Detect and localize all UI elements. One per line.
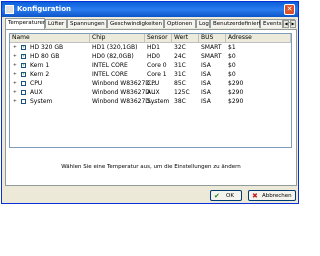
table-row[interactable]: + ✓ HD 80 GB HD0 (82,0GB) HD0 24C SMART … bbox=[10, 52, 291, 61]
expand-icon[interactable]: + bbox=[13, 81, 17, 86]
ok-label: OK bbox=[226, 193, 234, 199]
expand-icon[interactable]: + bbox=[13, 63, 17, 68]
cancel-label: Abbrechen bbox=[262, 193, 292, 199]
title-bar[interactable]: Konfiguration ✕ bbox=[2, 2, 298, 17]
cell-chip: INTEL CORE bbox=[92, 62, 128, 69]
row-checkbox[interactable] bbox=[21, 99, 26, 104]
tab-benutzerdefiniert[interactable]: Benutzerdefiniert bbox=[210, 19, 261, 28]
cell-adresse: $0 bbox=[228, 71, 236, 78]
cell-chip: HD1 (320,1GB) bbox=[92, 44, 138, 51]
tab-geschwindigkeiten[interactable]: Geschwindigkeiten bbox=[107, 19, 164, 28]
table-row[interactable]: + AUX Winbond W83627D... AUX 125C ISA $2… bbox=[10, 88, 291, 97]
row-checkbox[interactable]: ✓ bbox=[21, 54, 26, 59]
cell-name: Kern 1 bbox=[30, 62, 50, 69]
app-icon bbox=[5, 5, 14, 14]
cell-bus: SMART bbox=[201, 44, 222, 51]
cell-name: CPU bbox=[30, 80, 43, 87]
row-checkbox[interactable] bbox=[21, 81, 26, 86]
cell-chip: INTEL CORE bbox=[92, 71, 128, 78]
column-header-chip[interactable]: Chip bbox=[90, 34, 145, 42]
table-row[interactable]: + System Winbond W83627D... System 38C I… bbox=[10, 97, 291, 106]
cell-wert: 31C bbox=[174, 71, 186, 78]
window-title: Konfiguration bbox=[17, 5, 71, 13]
cell-name: HD 80 GB bbox=[30, 53, 60, 60]
cell-sensor: System bbox=[147, 98, 170, 105]
cell-chip: HD0 (82,0GB) bbox=[92, 53, 134, 60]
cell-adresse: $290 bbox=[228, 80, 244, 87]
ok-button[interactable]: ✔ OK bbox=[210, 190, 242, 201]
sensor-grid[interactable]: Name Chip Sensor Wert BUS Adresse + ✓ HD… bbox=[9, 33, 292, 148]
cell-adresse: $0 bbox=[228, 53, 236, 60]
table-row[interactable]: + ✓ HD 320 GB HD1 (320,1GB) HD1 32C SMAR… bbox=[10, 43, 291, 52]
configuration-window: Konfiguration ✕ Temperaturen Lüfter Span… bbox=[1, 1, 299, 204]
arrow-left-icon: ◀ bbox=[284, 21, 288, 26]
cell-sensor: CPU bbox=[147, 80, 160, 87]
arrow-right-icon: ▶ bbox=[291, 21, 295, 26]
column-header-bus[interactable]: BUS bbox=[199, 34, 226, 42]
cell-sensor: AUX bbox=[147, 89, 160, 96]
column-header-name[interactable]: Name bbox=[10, 34, 90, 42]
column-header-sensor[interactable]: Sensor bbox=[145, 34, 172, 42]
cell-adresse: $0 bbox=[228, 62, 236, 69]
cell-name: AUX bbox=[30, 89, 43, 96]
tab-luefter[interactable]: Lüfter bbox=[45, 19, 67, 28]
hint-text: Wählen Sie eine Temperatur aus, um die E… bbox=[61, 164, 241, 170]
tab-bar: Temperaturen Lüfter Spannungen Geschwind… bbox=[5, 18, 297, 29]
row-checkbox[interactable]: ✓ bbox=[21, 72, 26, 77]
close-button[interactable]: ✕ bbox=[284, 4, 295, 15]
cell-bus: ISA bbox=[201, 71, 211, 78]
cell-bus: ISA bbox=[201, 89, 211, 96]
table-row[interactable]: + ✓ Kern 1 INTEL CORE Core 0 31C ISA $0 bbox=[10, 61, 291, 70]
cell-adresse: $290 bbox=[228, 98, 244, 105]
row-checkbox[interactable] bbox=[21, 90, 26, 95]
tab-events[interactable]: Events bbox=[260, 19, 283, 28]
expand-icon[interactable]: + bbox=[13, 45, 17, 50]
tab-temperaturen[interactable]: Temperaturen bbox=[5, 18, 46, 29]
row-checkbox[interactable]: ✓ bbox=[21, 45, 26, 50]
cell-sensor: HD1 bbox=[147, 44, 160, 51]
cell-name: HD 320 GB bbox=[30, 44, 64, 51]
tab-scroll-left-button[interactable]: ◀ bbox=[283, 20, 289, 28]
cell-bus: SMART bbox=[201, 53, 222, 60]
tab-log[interactable]: Log bbox=[196, 19, 210, 28]
cell-adresse: $290 bbox=[228, 89, 244, 96]
cell-wert: 85C bbox=[174, 80, 186, 87]
cell-adresse: $1 bbox=[228, 44, 236, 51]
grid-header: Name Chip Sensor Wert BUS Adresse bbox=[10, 34, 291, 43]
table-row[interactable]: + CPU Winbond W83627D... CPU 85C ISA $29… bbox=[10, 79, 291, 88]
cell-wert: 32C bbox=[174, 44, 186, 51]
temperatures-panel: Name Chip Sensor Wert BUS Adresse + ✓ HD… bbox=[5, 29, 297, 186]
cross-icon: ✖ bbox=[252, 192, 258, 200]
cell-name: System bbox=[30, 98, 53, 105]
tab-spannungen[interactable]: Spannungen bbox=[67, 19, 107, 28]
expand-icon[interactable]: + bbox=[13, 90, 17, 95]
cell-bus: ISA bbox=[201, 80, 211, 87]
cell-wert: 31C bbox=[174, 62, 186, 69]
cell-bus: ISA bbox=[201, 62, 211, 69]
expand-icon[interactable]: + bbox=[13, 99, 17, 104]
tab-scroll-right-button[interactable]: ▶ bbox=[290, 20, 296, 28]
cancel-button[interactable]: ✖ Abbrechen bbox=[248, 190, 296, 201]
checkmark-icon: ✔ bbox=[214, 192, 220, 200]
column-header-wert[interactable]: Wert bbox=[172, 34, 199, 42]
cell-sensor: HD0 bbox=[147, 53, 160, 60]
cell-sensor: Core 0 bbox=[147, 62, 167, 69]
cell-wert: 24C bbox=[174, 53, 186, 60]
row-checkbox[interactable]: ✓ bbox=[21, 63, 26, 68]
column-header-adresse[interactable]: Adresse bbox=[226, 34, 291, 42]
cell-bus: ISA bbox=[201, 98, 211, 105]
expand-icon[interactable]: + bbox=[13, 54, 17, 59]
table-row[interactable]: + ✓ Kern 2 INTEL CORE Core 1 31C ISA $0 bbox=[10, 70, 291, 79]
cell-name: Kern 2 bbox=[30, 71, 50, 78]
tab-scroll-buttons: ◀ ▶ bbox=[283, 20, 297, 28]
expand-icon[interactable]: + bbox=[13, 72, 17, 77]
close-icon: ✕ bbox=[286, 5, 293, 13]
cell-wert: 38C bbox=[174, 98, 186, 105]
cell-wert: 125C bbox=[174, 89, 190, 96]
tab-optionen[interactable]: Optionen bbox=[164, 19, 196, 28]
cell-sensor: Core 1 bbox=[147, 71, 167, 78]
